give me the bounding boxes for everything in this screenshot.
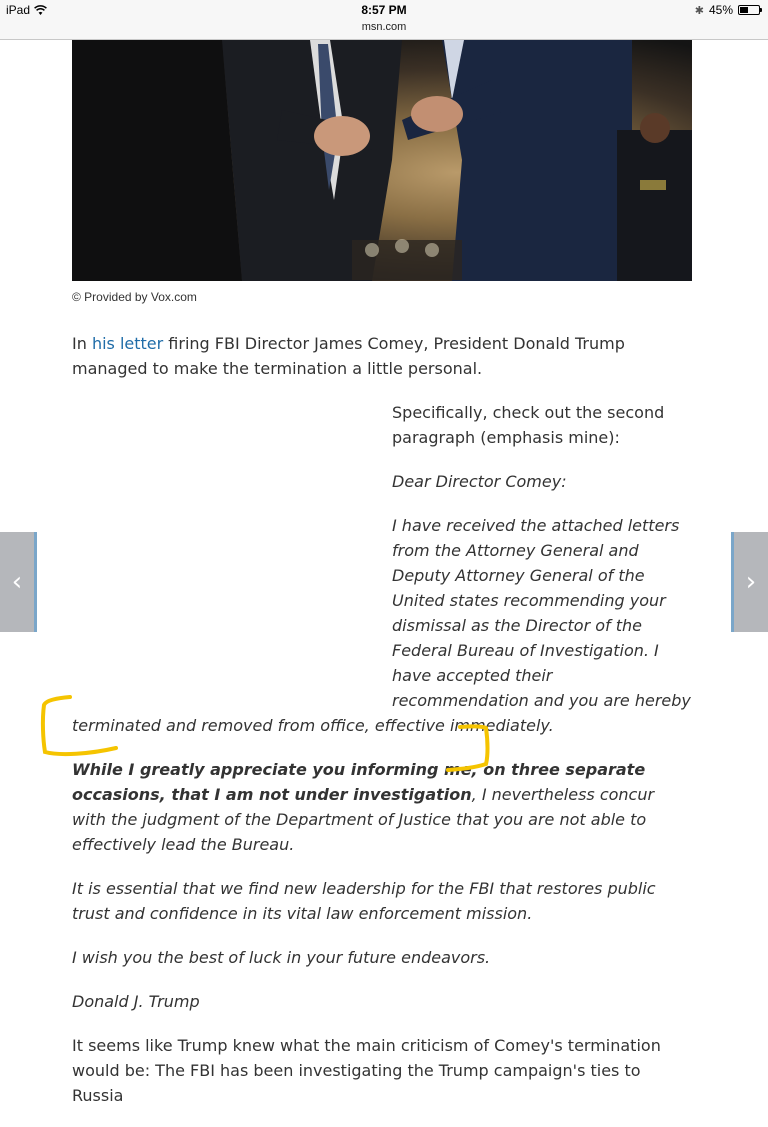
status-bar: iPad 8:57 PM msn.com ✱ 45%	[0, 0, 768, 40]
battery-percent: 45%	[708, 3, 733, 17]
intro-paragraph: In his letter firing FBI Director James …	[72, 331, 692, 381]
bluetooth-icon: ✱	[694, 4, 704, 17]
address-bar[interactable]: msn.com	[0, 21, 768, 33]
clock: 8:57 PM	[361, 3, 407, 17]
letter-paragraph-4: I wish you the best of luck in your futu…	[72, 948, 491, 967]
his-letter-link[interactable]: his letter	[92, 334, 163, 353]
battery-icon	[738, 5, 762, 15]
battery-level	[740, 7, 748, 13]
ad-space	[72, 400, 392, 700]
article-photo	[72, 40, 692, 281]
previous-page-button[interactable]: ‹	[0, 532, 37, 632]
closing-paragraph: It seems like Trump knew what the main c…	[72, 1036, 661, 1105]
photo-credit: © Provided by Vox.com	[72, 290, 197, 304]
letter-paragraph-2: While I greatly appreciate you informing…	[72, 757, 692, 857]
next-page-button[interactable]: ›	[731, 532, 768, 632]
letter-signature: Donald J. Trump	[72, 992, 200, 1011]
chevron-left-icon: ‹	[11, 567, 23, 597]
letter-paragraph-3: It is essential that we find new leaders…	[72, 879, 656, 923]
intro-prefix: In	[72, 334, 92, 353]
chevron-right-icon: ›	[745, 567, 757, 597]
handshake-photo	[72, 40, 692, 281]
article-body: In his letter firing FBI Director James …	[72, 331, 692, 1127]
status-right: ✱ 45%	[694, 3, 762, 17]
